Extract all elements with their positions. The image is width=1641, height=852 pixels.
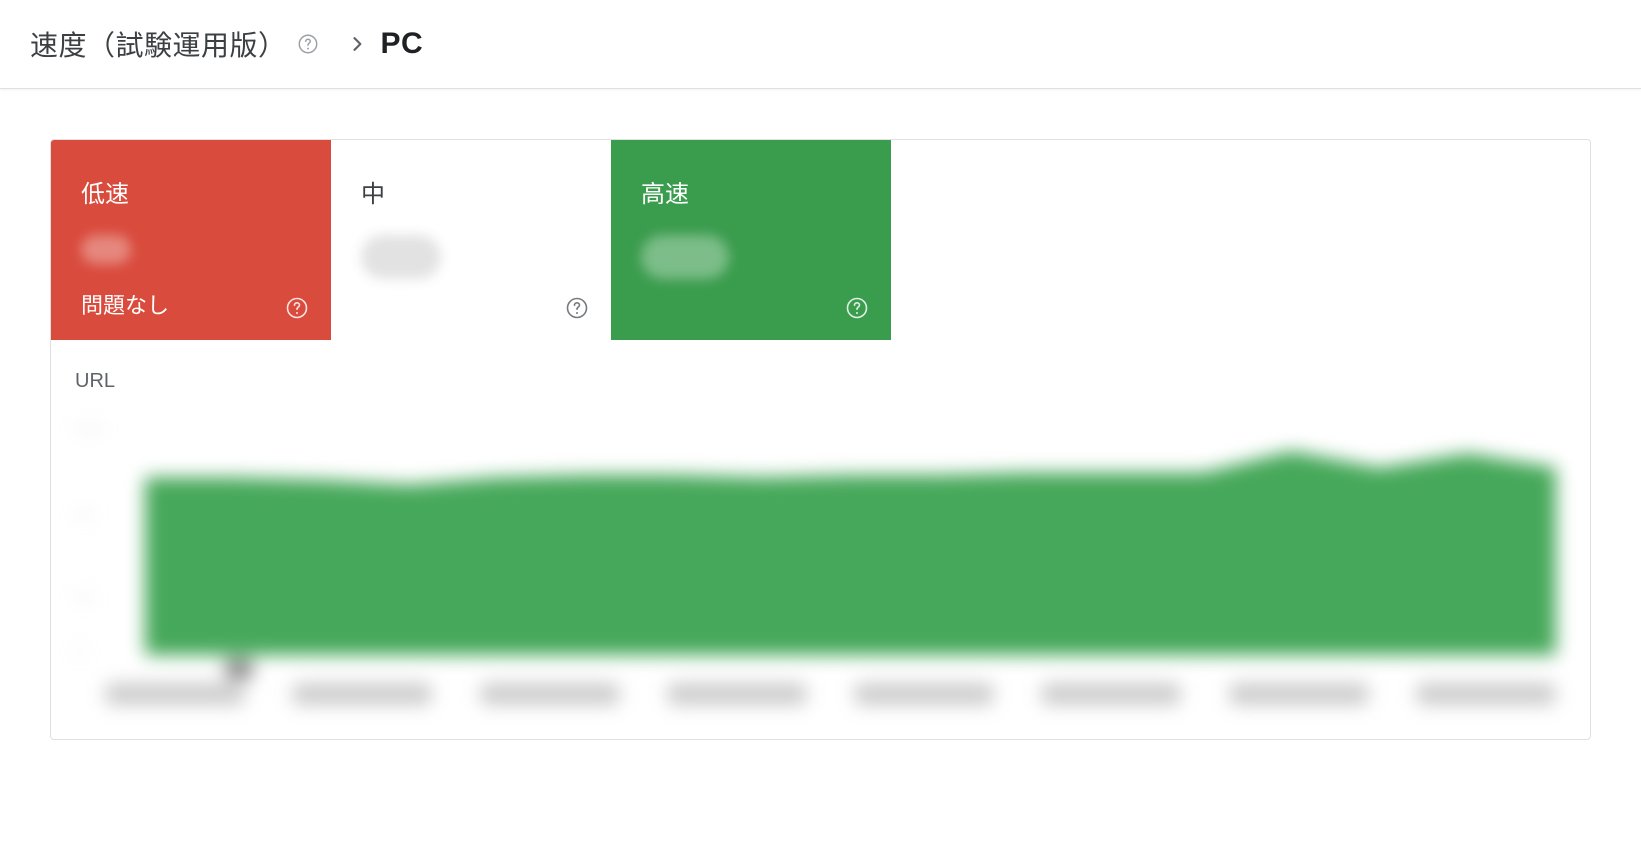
y-tick-redacted: ‒‒	[75, 503, 94, 523]
tab-slow-sub: 問題なし	[81, 288, 301, 320]
breadcrumb-current: PC	[381, 27, 424, 61]
tab-fast-value-redacted	[641, 235, 729, 279]
tab-fast[interactable]: 高速	[611, 140, 891, 340]
tab-medium-label: 中	[361, 174, 581, 209]
tab-slow-value-redacted	[81, 235, 131, 264]
help-icon[interactable]	[285, 296, 309, 320]
breadcrumb: 速度（試験運用版） PC	[0, 0, 1641, 89]
y-tick-redacted: ‒‒	[75, 587, 94, 607]
tab-slow-label: 低速	[81, 174, 301, 209]
x-tick-redacted	[1416, 683, 1556, 705]
x-tick-redacted	[292, 683, 432, 705]
x-tick-redacted	[480, 683, 620, 705]
tab-medium[interactable]: 中	[331, 140, 611, 340]
help-icon[interactable]	[297, 33, 319, 55]
x-axis-labels	[105, 683, 1556, 705]
help-icon[interactable]	[565, 296, 589, 320]
x-tick-redacted	[1041, 683, 1181, 705]
page-title: 速度（試験運用版）	[30, 24, 287, 64]
speed-tabs: 低速 問題なし 中	[51, 140, 1590, 340]
tab-slow[interactable]: 低速 問題なし	[51, 140, 331, 340]
chevron-right-icon	[347, 34, 367, 54]
x-tick-redacted	[105, 683, 245, 705]
y-tick-redacted: ‒‒‒	[75, 419, 103, 439]
x-tick-redacted	[854, 683, 994, 705]
y-tick-redacted: ‒	[75, 641, 84, 661]
x-tick-redacted	[667, 683, 807, 705]
help-icon[interactable]	[845, 296, 869, 320]
tab-medium-value-redacted	[361, 235, 441, 279]
hover-marker-redacted	[225, 659, 253, 679]
chart-title: URL	[75, 370, 1566, 393]
chart-area: URL ‒‒‒ ‒‒ ‒‒ ‒	[51, 340, 1590, 739]
speed-card: 低速 問題なし 中	[50, 139, 1591, 740]
x-tick-redacted	[1229, 683, 1369, 705]
url-area-chart: ‒‒‒ ‒‒ ‒‒ ‒	[75, 405, 1566, 705]
tab-fast-label: 高速	[641, 174, 861, 209]
